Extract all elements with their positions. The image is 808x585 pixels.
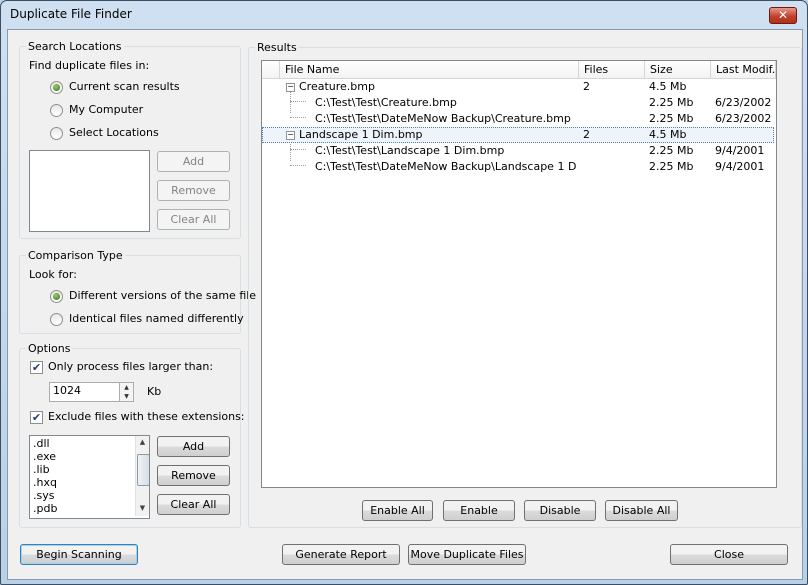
comparison-type-group: Comparison Type Look for: Different vers… <box>19 249 256 334</box>
radio-different-versions[interactable] <box>50 290 63 303</box>
list-item[interactable]: .dll <box>33 437 50 450</box>
dialog-body: Search Locations Find duplicate files in… <box>7 29 803 580</box>
disable-all-button[interactable]: Disable All <box>605 500 678 521</box>
enable-all-button[interactable]: Enable All <box>362 500 433 521</box>
results-tree[interactable]: File Name Files Size Last Modif... − Cre… <box>261 60 777 488</box>
disable-button[interactable]: Disable <box>524 500 596 521</box>
results-legend: Results <box>255 41 299 54</box>
column-header-files[interactable]: Files <box>579 61 645 79</box>
radio-current-scan[interactable] <box>50 81 63 94</box>
move-duplicates-button[interactable]: Move Duplicate Files <box>408 544 526 565</box>
table-row[interactable]: C:\Test\Test\Landscape 1 Dim.bmp 2.25 Mb… <box>262 143 774 159</box>
extensions-clear-all-button[interactable]: Clear All <box>157 494 230 515</box>
stepper-down-icon[interactable]: ▼ <box>119 392 133 401</box>
row-files: 2 <box>583 80 590 93</box>
look-for-label: Look for: <box>29 268 77 281</box>
locations-list[interactable] <box>29 150 150 232</box>
list-item[interactable]: .hxq <box>33 476 57 489</box>
extensions-scrollbar[interactable]: ▲ ▼ <box>135 436 149 516</box>
tree-header-spacer <box>262 61 280 79</box>
extensions-remove-button[interactable]: Remove <box>157 465 230 486</box>
row-files: 2 <box>583 128 590 141</box>
exclude-extensions-label[interactable]: Exclude files with these extensions: <box>48 410 245 424</box>
list-item[interactable]: .lib <box>33 463 50 476</box>
extensions-add-button[interactable]: Add <box>157 436 230 457</box>
row-modified: 9/4/2001 <box>715 144 765 157</box>
exclude-extensions-checkbox[interactable]: ✔ <box>30 411 43 424</box>
row-modified: 9/4/2001 <box>715 160 765 173</box>
scroll-up-icon[interactable]: ▲ <box>136 436 149 449</box>
enable-button[interactable]: Enable <box>443 500 515 521</box>
column-header-file-name[interactable]: File Name <box>280 61 579 79</box>
app-window: Duplicate File Finder ✕ Search Locations… <box>0 0 808 585</box>
radio-my-computer[interactable] <box>50 104 63 117</box>
only-larger-label[interactable]: Only process files larger than: <box>48 360 213 374</box>
only-larger-checkbox[interactable]: ✔ <box>30 361 43 374</box>
radio-identical-files-label[interactable]: Identical files named differently <box>69 312 244 326</box>
row-file-name: Landscape 1 Dim.bmp <box>299 128 423 141</box>
column-header-size[interactable]: Size <box>645 61 711 79</box>
search-locations-legend: Search Locations <box>26 40 124 53</box>
scroll-thumb[interactable] <box>137 454 149 486</box>
row-size: 4.5 Mb <box>649 80 687 93</box>
row-modified: 6/23/2002 <box>715 96 772 109</box>
comparison-type-legend: Comparison Type <box>26 249 125 262</box>
extensions-list[interactable]: .dll .exe .lib .hxq .sys .pdb ▲ ▼ <box>29 435 150 519</box>
row-file-name: C:\Test\Test\DateMeNow Backup\Landscape … <box>315 160 577 173</box>
locations-remove-button[interactable]: Remove <box>157 180 230 201</box>
row-size: 2.25 Mb <box>649 112 694 125</box>
size-unit-label: Kb <box>147 385 162 398</box>
row-modified: 6/23/2002 <box>715 112 772 125</box>
find-in-label: Find duplicate files in: <box>29 59 150 72</box>
table-row[interactable]: C:\Test\Test\DateMeNow Backup\Creature.b… <box>262 111 774 127</box>
window-close-button[interactable]: ✕ <box>769 7 797 24</box>
row-file-name: C:\Test\Test\Landscape 1 Dim.bmp <box>315 144 505 157</box>
list-item[interactable]: .sys <box>33 489 54 502</box>
row-size: 2.25 Mb <box>649 96 694 109</box>
table-row[interactable]: − Creature.bmp 2 4.5 Mb <box>262 79 774 95</box>
size-threshold-stepper[interactable]: 1024 ▲ ▼ <box>49 382 134 402</box>
locations-clear-all-button[interactable]: Clear All <box>157 209 230 230</box>
begin-scanning-button[interactable]: Begin Scanning <box>20 544 138 565</box>
size-threshold-value[interactable]: 1024 <box>53 384 81 398</box>
scroll-down-icon[interactable]: ▼ <box>136 502 149 515</box>
row-size: 4.5 Mb <box>649 128 687 141</box>
radio-select-locations-label[interactable]: Select Locations <box>69 126 159 140</box>
radio-identical-files[interactable] <box>50 313 63 326</box>
column-header-last-modified[interactable]: Last Modif... <box>711 61 776 79</box>
locations-add-button[interactable]: Add <box>157 151 230 172</box>
row-file-name: Creature.bmp <box>299 80 375 93</box>
list-item[interactable]: .pdb <box>33 502 57 515</box>
collapse-icon[interactable]: − <box>286 131 295 140</box>
options-legend: Options <box>26 342 73 355</box>
collapse-icon[interactable]: − <box>286 83 295 92</box>
list-item[interactable]: .exe <box>33 450 56 463</box>
close-button[interactable]: Close <box>670 544 788 565</box>
results-group: Results File Name Files Size Last Modif.… <box>248 41 802 528</box>
row-file-name: C:\Test\Test\Creature.bmp <box>315 96 457 109</box>
window-title: Duplicate File Finder <box>10 7 132 21</box>
generate-report-button[interactable]: Generate Report <box>282 544 400 565</box>
radio-different-versions-label[interactable]: Different versions of the same file <box>69 289 256 303</box>
table-row[interactable]: C:\Test\Test\DateMeNow Backup\Landscape … <box>262 159 774 175</box>
radio-my-computer-label[interactable]: My Computer <box>69 103 143 117</box>
row-size: 2.25 Mb <box>649 144 694 157</box>
title-bar: Duplicate File Finder ✕ <box>1 1 807 29</box>
table-row[interactable]: C:\Test\Test\Creature.bmp 2.25 Mb 6/23/2… <box>262 95 774 111</box>
row-size: 2.25 Mb <box>649 160 694 173</box>
table-row-selected[interactable]: − Landscape 1 Dim.bmp 2 4.5 Mb <box>262 127 774 143</box>
radio-current-scan-label[interactable]: Current scan results <box>69 80 180 94</box>
options-group: Options ✔ Only process files larger than… <box>19 342 245 528</box>
search-locations-group: Search Locations Find duplicate files in… <box>19 40 241 239</box>
radio-select-locations[interactable] <box>50 127 63 140</box>
row-file-name: C:\Test\Test\DateMeNow Backup\Creature.b… <box>315 112 571 125</box>
